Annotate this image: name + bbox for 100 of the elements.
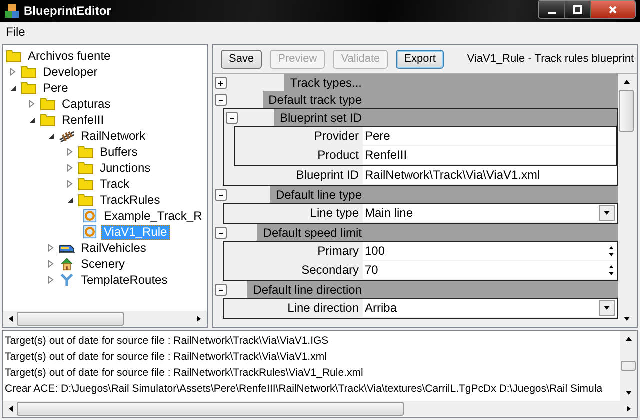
collapse-icon[interactable]	[66, 196, 74, 204]
log-line: Target(s) out of date for source file : RailNetwork\Track\Via\ViaV1.xml	[5, 350, 328, 365]
close-icon	[608, 4, 618, 14]
expander-button[interactable]	[215, 226, 227, 238]
tree-item[interactable]: Track	[97, 176, 133, 192]
spin-field[interactable]: 100	[363, 242, 617, 261]
expand-icon[interactable]	[47, 276, 55, 284]
expand-icon[interactable]	[66, 164, 74, 172]
caret-icon	[603, 209, 611, 217]
pipe-icon	[59, 273, 75, 287]
up-arrow-icon	[622, 78, 630, 86]
tree-item[interactable]: Scenery	[78, 256, 128, 272]
close-button[interactable]	[591, 1, 635, 18]
horizontal-scrollbar[interactable]	[3, 401, 637, 417]
collapse-icon[interactable]	[47, 132, 55, 140]
collapse-icon[interactable]	[28, 116, 36, 124]
minimize-button[interactable]	[539, 1, 565, 18]
expander-button[interactable]	[215, 188, 227, 200]
minimize-icon	[548, 12, 556, 14]
expand-icon[interactable]	[66, 180, 74, 188]
right-arrow-icon	[625, 405, 633, 413]
category-header: Default line direction	[247, 281, 618, 298]
horizontal-scrollbar[interactable]	[3, 311, 207, 327]
folder-icon	[21, 81, 37, 95]
property-label: Blueprint ID	[295, 167, 360, 184]
value-field[interactable]: RenfeIII	[363, 146, 616, 165]
tree-item[interactable]: RailVehicles	[78, 240, 150, 256]
document-title: ViaV1_Rule - Track rules blueprint	[467, 53, 634, 65]
log-line: Target(s) out of date for source file : RailNetwork\TrackRules\ViaV1_Rule.xml	[5, 366, 364, 381]
expander-button[interactable]	[215, 94, 227, 106]
property-label: Secondary	[300, 262, 360, 279]
expander-button[interactable]	[215, 76, 227, 88]
category-header: Track types...	[284, 74, 618, 91]
vertical-scrollbar[interactable]	[620, 331, 637, 401]
folder-icon	[78, 145, 94, 159]
ring-icon	[82, 209, 98, 223]
up-arrow-icon	[624, 335, 632, 343]
expand-icon[interactable]	[28, 100, 36, 108]
rail-track-icon	[59, 129, 75, 143]
property-label: Primary	[316, 243, 360, 260]
property-label: Product	[316, 147, 360, 164]
expand-icon[interactable]	[47, 244, 55, 252]
up-arrow-icon	[608, 264, 615, 270]
collapse-icon[interactable]	[9, 84, 17, 92]
down-arrow-icon	[622, 315, 630, 323]
expand-icon[interactable]	[66, 148, 74, 156]
folder-icon	[40, 113, 56, 127]
folder-icon	[78, 177, 94, 191]
expander-button[interactable]	[215, 284, 227, 296]
spin-field[interactable]: 70	[363, 261, 617, 280]
plus-icon	[217, 78, 225, 86]
tree-item[interactable]: Archivos fuente	[25, 48, 114, 64]
value-field[interactable]: RailNetwork\Track\Via\ViaV1.xml	[363, 166, 617, 185]
category-header: Default line type	[270, 186, 618, 203]
category-header: Default track type	[262, 91, 618, 108]
tree-item[interactable]: Developer	[40, 64, 101, 80]
tree-item[interactable]: Buffers	[97, 144, 141, 160]
tree-item[interactable]: RenfeIII	[59, 112, 108, 128]
category-header: Blueprint set ID	[274, 109, 617, 126]
blocks-icon	[4, 3, 20, 19]
scrollbar-thumb[interactable]	[17, 312, 124, 326]
toolbar-button[interactable]: Export	[396, 50, 444, 68]
tree-item[interactable]: TrackRules	[97, 192, 164, 208]
caret-icon	[603, 304, 611, 312]
tree-item[interactable]: Capturas	[59, 96, 114, 112]
property-label: Provider	[313, 128, 360, 145]
down-arrow-icon	[608, 252, 615, 258]
tree-item[interactable]: Example_Track_R	[101, 208, 206, 224]
tree-item[interactable]: TemplateRoutes	[78, 272, 171, 288]
tree-item[interactable]: Pere	[40, 80, 72, 96]
house-icon	[59, 257, 75, 271]
value-field[interactable]: Pere	[363, 127, 616, 146]
scrollbar-thumb[interactable]	[17, 402, 404, 416]
scrollbar-thumb[interactable]	[619, 90, 634, 132]
right-arrow-icon	[195, 315, 203, 323]
ring-icon	[82, 225, 98, 239]
property-label: Line type	[309, 205, 360, 222]
up-arrow-icon	[608, 244, 615, 250]
toolbar-button[interactable]: Save	[221, 50, 262, 68]
left-arrow-icon	[7, 405, 15, 413]
folder-icon	[78, 161, 94, 175]
down-arrow-icon	[624, 389, 632, 397]
menu-item[interactable]: File	[4, 25, 28, 39]
down-arrow-icon	[608, 270, 615, 276]
left-arrow-icon	[7, 315, 15, 323]
expand-icon[interactable]	[47, 260, 55, 268]
folder-icon	[40, 97, 56, 111]
maximize-button[interactable]	[565, 1, 591, 18]
tree-item[interactable]: RailNetwork	[78, 128, 149, 144]
expander-button[interactable]	[226, 112, 238, 124]
folder-icon	[21, 65, 37, 79]
scrollbar-thumb[interactable]	[621, 361, 636, 371]
dropdown[interactable]: Main line	[363, 204, 617, 223]
folder-icon	[6, 49, 22, 63]
tree-item[interactable]: Junctions	[97, 160, 154, 176]
log-line: Crear ACE: D:\Juegos\Rail Simulator\Assets\Pere\RenfeIII\RailNetwork\Track\Via\textures\CarrilL.TgPcDx D:\Juegos\Rail Simula	[5, 382, 604, 397]
maximize-icon	[572, 4, 582, 14]
dropdown[interactable]: Arriba	[363, 299, 617, 318]
expand-icon[interactable]	[9, 68, 17, 76]
folder-icon	[78, 193, 94, 207]
